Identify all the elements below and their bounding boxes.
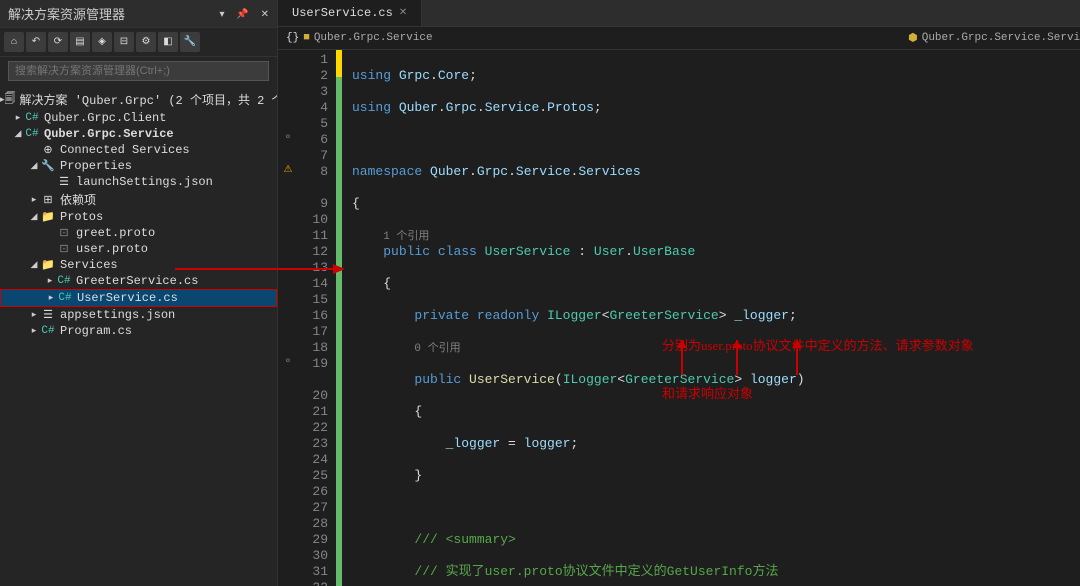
breadcrumb-left[interactable]: ■ Quber.Grpc.Service	[303, 32, 432, 44]
protos-folder[interactable]: ◢📁Protos	[0, 209, 277, 225]
sidebar-title: 解决方案资源管理器	[8, 4, 125, 23]
breadcrumb: {} ■ Quber.Grpc.Service ⬢ Quber.Grpc.Ser…	[278, 27, 1080, 50]
annotation-text: 分别为user.proto协议文件中定义的方法、请求参数对象 和请求响应对象	[662, 306, 974, 434]
program-cs[interactable]: ▸C#Program.cs	[0, 323, 277, 339]
appsettings[interactable]: ▸☰appsettings.json	[0, 307, 277, 323]
home-icon[interactable]: ⌂	[4, 32, 24, 52]
scope-icon: {}	[286, 32, 299, 44]
close-icon[interactable]: ✕	[261, 10, 269, 21]
sync-icon[interactable]: ⟳	[48, 32, 68, 52]
connected-services[interactable]: ⊕Connected Services	[0, 142, 277, 158]
user-service-file[interactable]: ▸C#UserService.cs	[0, 289, 277, 307]
dependencies[interactable]: ▸⊞依赖项	[0, 190, 277, 209]
project-service[interactable]: ◢C#Quber.Grpc.Service	[0, 126, 277, 142]
greet-proto[interactable]: ⊡greet.proto	[0, 225, 277, 241]
collapse-icon[interactable]: ⊟	[114, 32, 134, 52]
project-client[interactable]: ▸C#Quber.Grpc.Client	[0, 110, 277, 126]
wrench-icon[interactable]: 🔧	[180, 32, 200, 52]
launch-settings[interactable]: ☰launchSettings.json	[0, 174, 277, 190]
solution-explorer: 解决方案资源管理器 ▾ 📌 ✕ ⌂ ↶ ⟳ ▤ ◈ ⊟ ⚙ ◧ 🔧 ▸🗐解决方案…	[0, 0, 278, 586]
back-icon[interactable]: ↶	[26, 32, 46, 52]
editor-pane: UserService.cs ✕ {} ■ Quber.Grpc.Service…	[278, 0, 1080, 586]
preview-icon[interactable]: ◧	[158, 32, 178, 52]
code-editor[interactable]: ⚬⚠ ⚬ 12345 678910 1112131415 1617181920 …	[278, 50, 1080, 586]
gutter: ⚬⚠ ⚬	[278, 50, 298, 586]
line-numbers: 12345 678910 1112131415 1617181920 21222…	[298, 50, 336, 586]
sidebar-toolbar: ⌂ ↶ ⟳ ▤ ◈ ⊟ ⚙ ◧ 🔧	[0, 28, 277, 57]
tab-userservice[interactable]: UserService.cs ✕	[278, 0, 422, 26]
pin-icon[interactable]: 📌	[236, 10, 248, 21]
tab-close-icon[interactable]: ✕	[399, 7, 407, 19]
editor-tabs: UserService.cs ✕	[278, 0, 1080, 27]
search-input[interactable]	[8, 61, 269, 81]
breadcrumb-right[interactable]: ⬢ Quber.Grpc.Service.Services.UserServic…	[908, 31, 1080, 45]
filter-icon[interactable]: ▤	[70, 32, 90, 52]
solution-tree: ▸🗐解决方案 'Quber.Grpc' (2 个项目，共 2 个) ▸C#Qub…	[0, 85, 277, 586]
properties-icon[interactable]: ⚙	[136, 32, 156, 52]
user-proto[interactable]: ⊡user.proto	[0, 241, 277, 257]
show-all-icon[interactable]: ◈	[92, 32, 112, 52]
arrow-to-editor	[175, 261, 345, 277]
solution-node[interactable]: ▸🗐解决方案 'Quber.Grpc' (2 个项目，共 2 个)	[0, 89, 277, 110]
code-area[interactable]: using Grpc.Core; using Quber.Grpc.Servic…	[342, 50, 1080, 586]
sidebar-title-bar: 解决方案资源管理器 ▾ 📌 ✕	[0, 0, 277, 28]
properties-folder[interactable]: ◢🔧Properties	[0, 158, 277, 174]
arrow-icon[interactable]: ▾	[220, 10, 225, 21]
